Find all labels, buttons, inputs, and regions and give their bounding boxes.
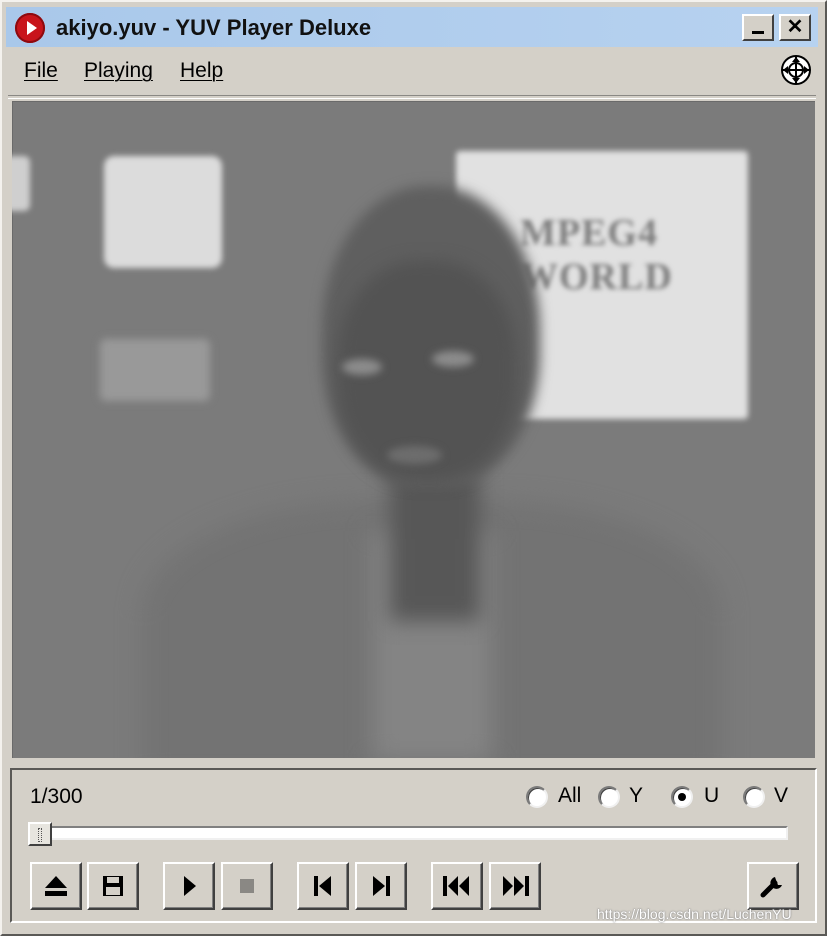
app-play-icon[interactable] xyxy=(15,13,45,43)
globe-target-icon[interactable] xyxy=(780,54,812,86)
radio-label: V xyxy=(774,784,789,807)
seek-slider-thumb[interactable] xyxy=(28,822,52,846)
video-person-eye xyxy=(342,359,382,375)
radio-label: All xyxy=(558,784,582,807)
minimize-icon xyxy=(752,31,764,34)
radio-button[interactable] xyxy=(526,786,548,808)
video-screen-text-line: MPEG4 xyxy=(520,212,658,254)
skip-to-end-icon xyxy=(503,876,529,896)
video-person-mouth xyxy=(387,446,442,464)
watermark-text: https://blog.csdn.net/LuchenYU xyxy=(597,906,792,922)
radio-label: U xyxy=(704,784,720,807)
video-screen-text: MPEG4 WORLD xyxy=(520,211,710,299)
step-forward-button[interactable] xyxy=(355,862,407,910)
video-frame: MPEG4 WORLD xyxy=(12,101,815,758)
step-back-icon xyxy=(314,876,331,896)
play-button[interactable] xyxy=(163,862,215,910)
frame-counter: 1/300 xyxy=(30,785,83,808)
video-person-eye xyxy=(432,351,474,367)
radio-button[interactable] xyxy=(671,786,693,808)
video-background-monitor xyxy=(104,156,222,268)
radio-button[interactable] xyxy=(743,786,765,808)
step-back-button[interactable] xyxy=(297,862,349,910)
skip-to-start-icon xyxy=(443,876,469,896)
close-button[interactable]: ✕ xyxy=(779,14,811,41)
stop-button xyxy=(221,862,273,910)
eject-icon xyxy=(45,876,67,896)
wrench-icon xyxy=(760,877,782,898)
menu-bar: File Playing Help xyxy=(6,52,818,92)
skip-to-start-button[interactable] xyxy=(431,862,483,910)
step-forward-icon xyxy=(373,876,390,896)
skip-to-end-button[interactable] xyxy=(489,862,541,910)
settings-button[interactable] xyxy=(747,862,799,910)
eject-button[interactable] xyxy=(30,862,82,910)
video-background-panel xyxy=(100,339,210,401)
save-icon xyxy=(103,876,123,896)
video-screen-text-line: WORLD xyxy=(520,256,673,298)
stop-icon xyxy=(240,879,254,893)
window-title: akiyo.yuv - YUV Player Deluxe xyxy=(56,15,372,40)
radio-button[interactable] xyxy=(598,786,620,808)
title-bar[interactable]: akiyo.yuv - YUV Player Deluxe ✕ xyxy=(6,7,818,47)
menu-separator xyxy=(8,95,816,99)
video-background-monitor xyxy=(12,156,30,211)
save-button[interactable] xyxy=(87,862,139,910)
close-icon: ✕ xyxy=(786,16,804,38)
radio-label: Y xyxy=(629,784,644,807)
menu-file[interactable]: File xyxy=(24,59,58,83)
play-icon xyxy=(184,876,196,896)
video-person-neck xyxy=(390,471,480,621)
seek-slider-track[interactable] xyxy=(36,826,788,840)
minimize-button[interactable] xyxy=(742,14,774,41)
menu-playing[interactable]: Playing xyxy=(84,59,153,83)
menu-help[interactable]: Help xyxy=(180,59,223,83)
